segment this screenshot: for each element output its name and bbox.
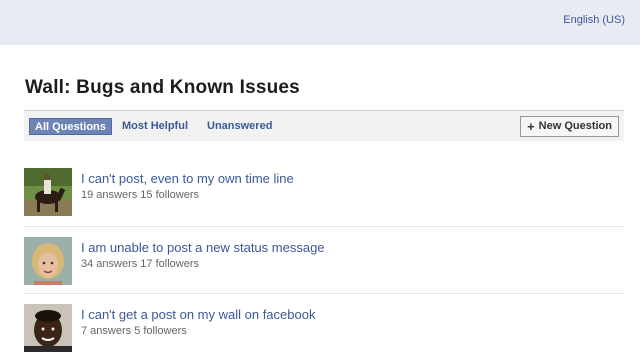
list-item: I can't post, even to my own time line 1… xyxy=(24,158,624,227)
filter-bar: All Questions Most Helpful Unanswered + … xyxy=(24,110,624,141)
tab-all-questions[interactable]: All Questions xyxy=(29,118,112,135)
question-meta: 19 answers 15 followers xyxy=(81,189,200,201)
new-question-label: New Question xyxy=(538,120,612,132)
list-item: I can't get a post on my wall on faceboo… xyxy=(24,294,624,360)
question-meta: 34 answers 17 followers xyxy=(81,258,200,270)
avatar[interactable] xyxy=(24,304,72,352)
question-title[interactable]: I am unable to post a new status message xyxy=(81,240,325,255)
avatar[interactable] xyxy=(24,168,72,216)
tab-most-helpful[interactable]: Most Helpful xyxy=(122,118,188,135)
tab-unanswered[interactable]: Unanswered xyxy=(207,118,272,135)
page-title: Wall: Bugs and Known Issues xyxy=(25,77,300,98)
question-title[interactable]: I can't get a post on my wall on faceboo… xyxy=(81,307,315,322)
question-title[interactable]: I can't post, even to my own time line xyxy=(81,171,294,186)
avatar[interactable] xyxy=(24,237,72,285)
question-list: I can't post, even to my own time line 1… xyxy=(24,158,624,360)
language-link[interactable]: English (US) xyxy=(563,14,625,26)
new-question-button[interactable]: + New Question xyxy=(520,116,619,137)
plus-icon: + xyxy=(527,119,535,134)
question-meta: 7 answers 5 followers xyxy=(81,325,187,337)
list-item: I am unable to post a new status message… xyxy=(24,227,624,294)
top-bar: English (US) xyxy=(0,0,640,45)
